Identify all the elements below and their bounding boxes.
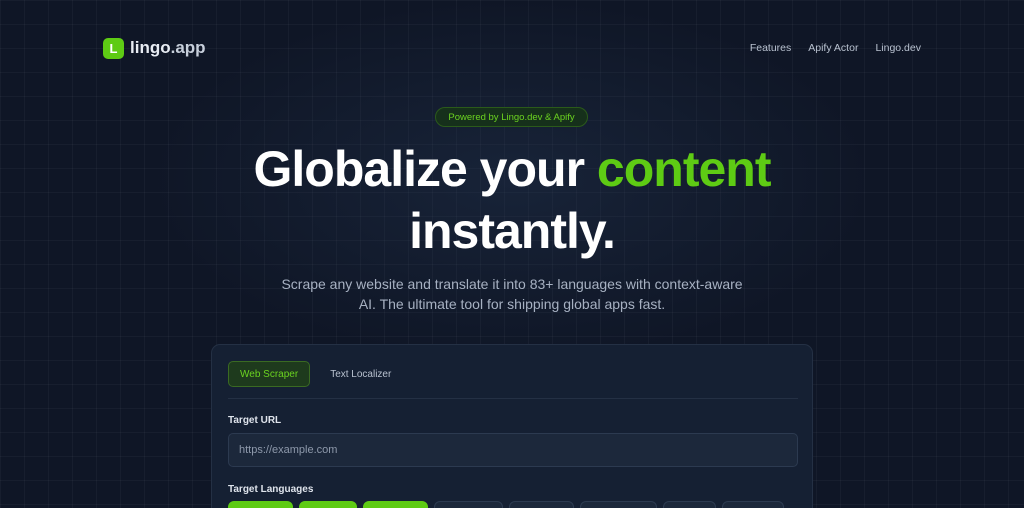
tool-tabs: Web Scraper Text Localizer: [228, 361, 798, 399]
language-chip[interactable]: [434, 501, 503, 508]
target-url-input[interactable]: https://example.com: [228, 433, 798, 467]
headline-part1: Globalize your: [253, 141, 597, 197]
nav-link-apify-actor[interactable]: Apify Actor: [808, 42, 858, 54]
logo-icon: L: [103, 37, 124, 59]
tab-text-localizer[interactable]: Text Localizer: [318, 361, 403, 387]
brand-logo-link[interactable]: L lingo.app: [103, 37, 206, 59]
tool-card: Web Scraper Text Localizer Target URL ht…: [211, 344, 813, 508]
target-url-placeholder: https://example.com: [239, 444, 338, 456]
nav-link-lingo-dev[interactable]: Lingo.dev: [875, 42, 921, 54]
brand-name-suffix: .app: [170, 38, 206, 57]
language-chip[interactable]: [722, 501, 784, 508]
nav-links: Features Apify Actor Lingo.dev: [750, 42, 921, 54]
top-nav: L lingo.app Features Apify Actor Lingo.d…: [103, 36, 921, 60]
language-chip[interactable]: [663, 501, 716, 508]
target-url-label: Target URL: [228, 415, 282, 426]
hero-subtitle: Scrape any website and translate it into…: [281, 276, 743, 312]
language-chip[interactable]: [228, 501, 293, 508]
tab-web-scraper[interactable]: Web Scraper: [228, 361, 311, 387]
brand-name: lingo.app: [130, 38, 206, 58]
powered-by-badge: Powered by Lingo.dev & Apify: [435, 107, 588, 127]
target-languages-label: Target Languages: [228, 484, 314, 495]
language-chip[interactable]: [363, 501, 428, 508]
language-chip[interactable]: [580, 501, 657, 508]
nav-link-features[interactable]: Features: [750, 42, 791, 54]
language-chip[interactable]: [509, 501, 574, 508]
language-chip-row: [228, 501, 784, 508]
headline-accent: content: [596, 141, 772, 197]
language-chip[interactable]: [299, 501, 357, 508]
headline-part2: instantly.: [409, 203, 616, 259]
brand-name-main: lingo: [130, 38, 171, 57]
hero-headline: Globalize your content instantly.: [0, 138, 1024, 262]
